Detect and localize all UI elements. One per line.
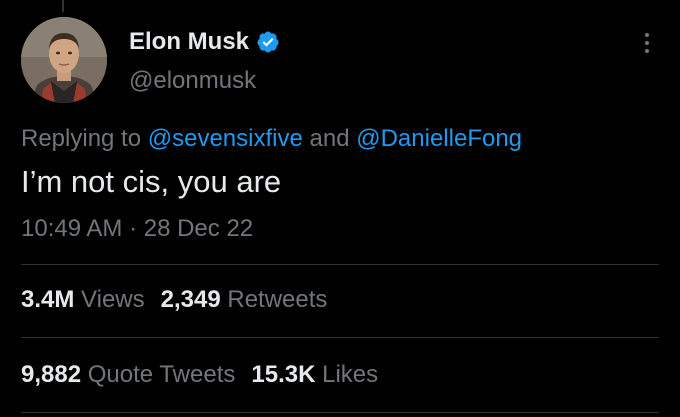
likes-stat[interactable]: 15.3K Likes (251, 361, 378, 388)
retweets-stat[interactable]: 2,349 Retweets (161, 286, 328, 313)
retweets-count: 2,349 (160, 286, 221, 313)
quote-tweets-stat[interactable]: 9,882 Quote Tweets (21, 361, 235, 388)
avatar-image (21, 17, 107, 103)
divider-top (21, 264, 659, 265)
thread-connector-line (62, 0, 64, 12)
more-options-icon[interactable] (636, 26, 658, 60)
views-label: Views (81, 286, 145, 313)
stats-row-quotes-likes: 9,882 Quote Tweets 15.3K Likes (21, 360, 378, 390)
author-handle[interactable]: @elonmusk (129, 66, 256, 96)
likes-count: 15.3K (251, 361, 316, 388)
mention-link-sevensixfive[interactable]: @sevensixfive (148, 125, 303, 152)
tweet-text: I’m not cis, you are (21, 164, 282, 199)
author-name-row: Elon Musk (129, 27, 280, 57)
mention-link-daniellefong[interactable]: @DanielleFong (356, 125, 522, 152)
replying-to-prefix: Replying to (21, 125, 142, 152)
quote-tweets-label: Quote Tweets (87, 361, 236, 388)
divider-bottom (21, 412, 659, 413)
author-display-name[interactable]: Elon Musk (129, 27, 249, 57)
replying-to-joiner: and (309, 125, 350, 152)
verified-badge-icon (257, 31, 279, 53)
tweet-timestamp[interactable]: 10:49 AM · 28 Dec 22 (21, 214, 253, 244)
views-count: 3.4M (21, 286, 75, 313)
retweets-label: Retweets (227, 286, 328, 313)
divider-middle (21, 337, 659, 338)
quote-tweets-count: 9,882 (21, 361, 82, 388)
views-stat: 3.4M Views (21, 286, 145, 313)
replying-to-line: Replying to @sevensixfive and @DanielleF… (21, 123, 522, 155)
avatar[interactable] (21, 17, 107, 103)
stats-row-views-retweets: 3.4M Views 2,349 Retweets (21, 285, 327, 315)
likes-label: Likes (322, 361, 379, 388)
